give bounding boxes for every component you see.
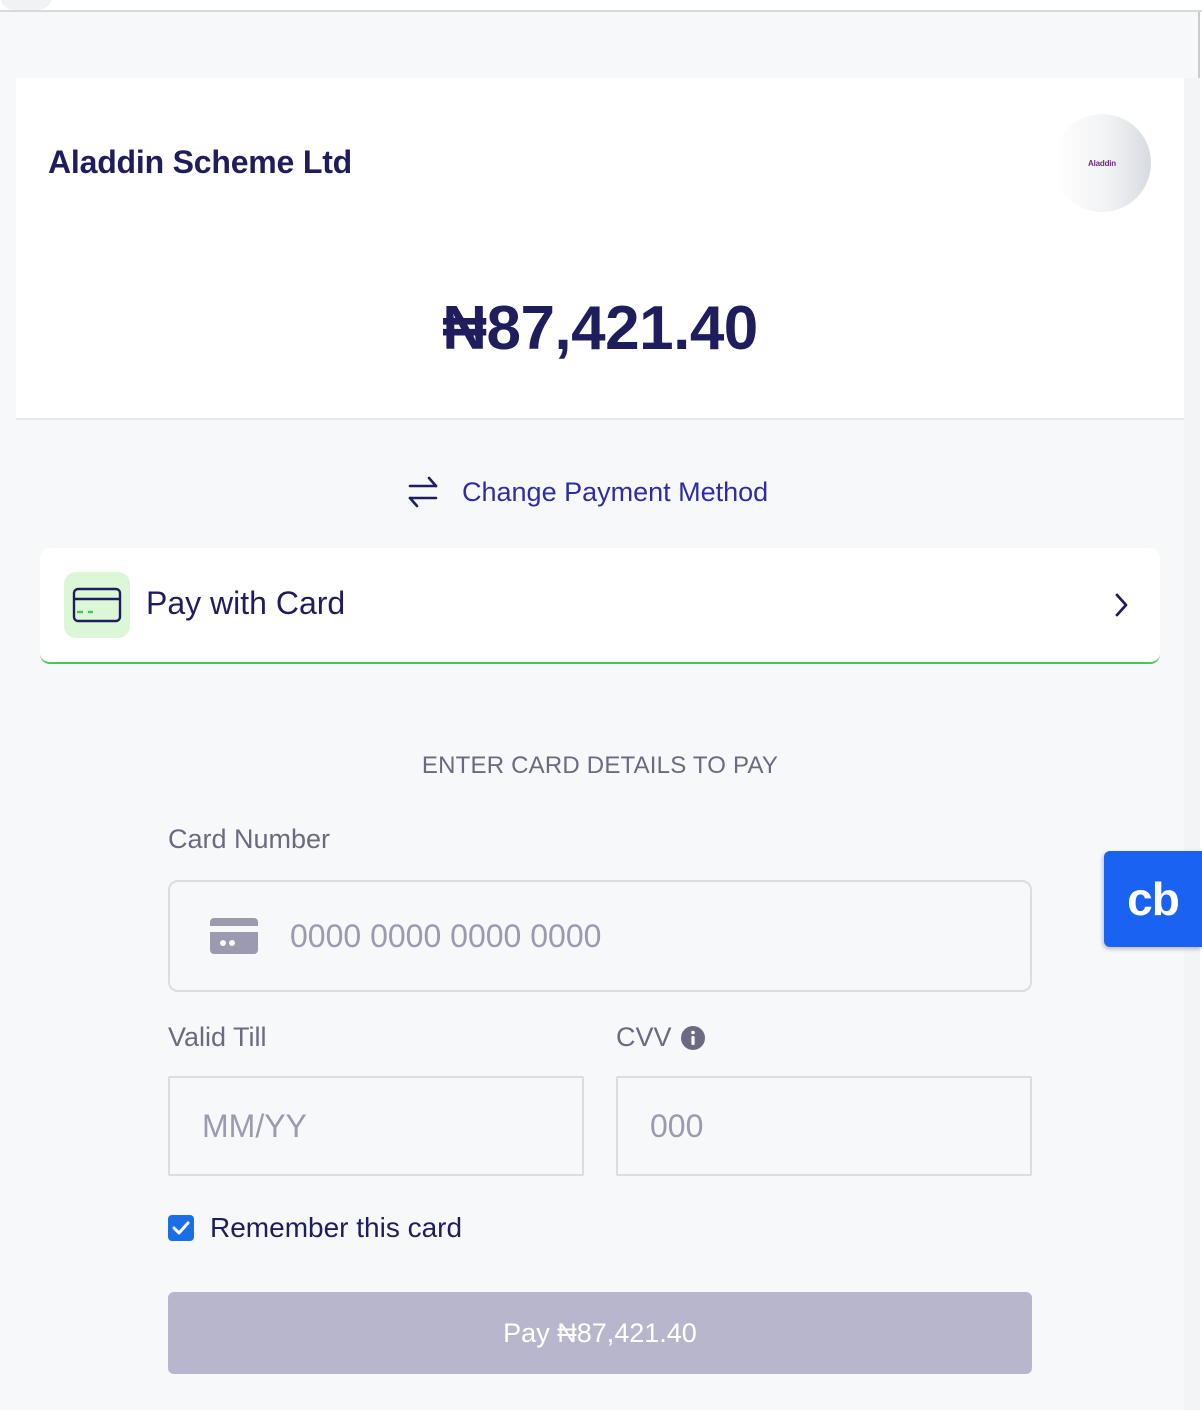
pay-button[interactable]: Pay ₦87,421.40: [168, 1292, 1032, 1374]
scrollbar-track[interactable]: [1184, 78, 1200, 1410]
cvv-label-row: CVV: [616, 1022, 706, 1053]
change-payment-method-link[interactable]: Change Payment Method: [404, 470, 768, 514]
cb-floating-badge[interactable]: cb: [1104, 851, 1202, 947]
pay-with-card-option[interactable]: Pay with Card: [40, 548, 1160, 664]
remember-card-label: Remember this card: [210, 1212, 463, 1243]
card-number-label: Card Number: [168, 824, 331, 854]
merchant-header: Aladdin Scheme Ltd Aladdin ₦87,421.40: [16, 78, 1184, 420]
card-number-icon: [210, 918, 258, 954]
valid-till-input[interactable]: [202, 1107, 582, 1145]
valid-till-field[interactable]: [168, 1076, 584, 1176]
tab-corner: [0, 0, 52, 10]
remember-card-checkbox[interactable]: Remember this card: [168, 1212, 462, 1244]
checkout-window: Aladdin Scheme Ltd Aladdin ₦87,421.40 Ch…: [0, 12, 1200, 1410]
card-details-heading: ENTER CARD DETAILS TO PAY: [421, 752, 779, 779]
merchant-name: Aladdin Scheme Ltd: [48, 144, 352, 180]
valid-till-label: Valid Till: [168, 1022, 267, 1052]
pay-with-card-label: Pay with Card: [146, 585, 346, 621]
credit-card-icon: [72, 587, 122, 623]
swap-arrows-icon: [408, 476, 438, 508]
chevron-right-icon: [1115, 593, 1128, 617]
cvv-field[interactable]: [616, 1076, 1032, 1176]
checkbox-checked-icon[interactable]: [168, 1215, 194, 1241]
browser-top-bar: [0, 0, 1202, 12]
change-payment-method-label: Change Payment Method: [462, 476, 769, 507]
merchant-logo: Aladdin: [1053, 114, 1151, 212]
info-icon[interactable]: [680, 1025, 706, 1051]
card-option-icon-box: [64, 572, 130, 638]
cvv-input[interactable]: [650, 1107, 1030, 1145]
payment-amount: ₦87,421.40: [442, 294, 758, 363]
merchant-logo-text: Aladdin: [1088, 158, 1116, 168]
cvv-label: CVV: [616, 1022, 672, 1052]
card-number-input[interactable]: [290, 917, 1030, 955]
card-number-field[interactable]: [168, 880, 1032, 992]
